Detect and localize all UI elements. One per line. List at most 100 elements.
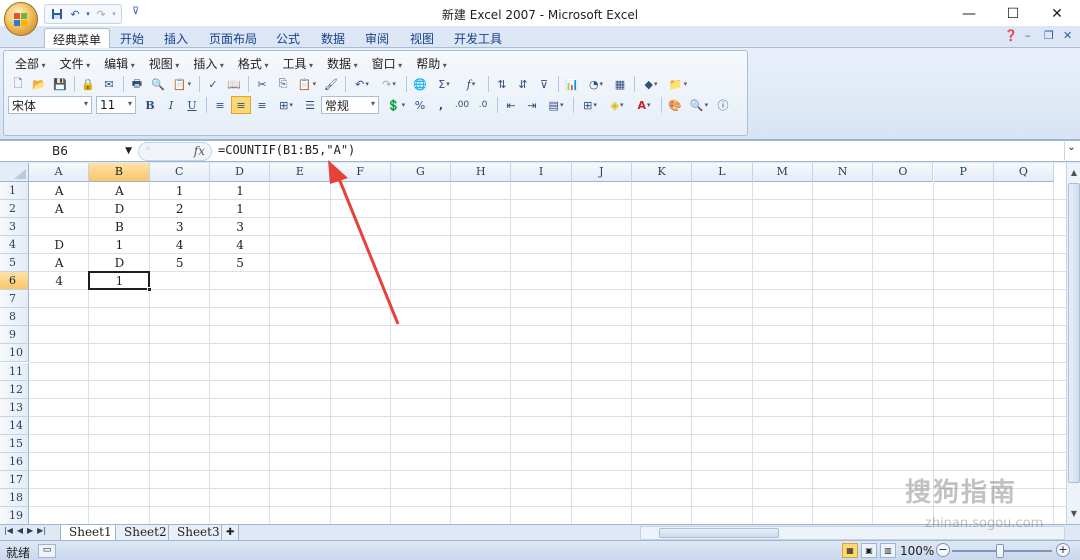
- expand-formula-bar-icon[interactable]: ⌄: [1064, 142, 1078, 160]
- cell-a2[interactable]: A: [29, 200, 89, 218]
- row-header-5[interactable]: 5: [0, 254, 29, 273]
- scroll-down-icon[interactable]: ▼: [1068, 506, 1080, 522]
- tab-review[interactable]: 审阅: [357, 28, 397, 48]
- currency-icon[interactable]: 💲: [383, 96, 409, 114]
- insert-function-icon[interactable]: f: [458, 75, 484, 93]
- column-header-p[interactable]: P: [933, 163, 994, 182]
- cell-d5[interactable]: 5: [210, 254, 270, 272]
- row-header-17[interactable]: 17: [0, 470, 29, 489]
- formula-input[interactable]: =COUNTIF(B1:B5,"A"): [218, 143, 355, 157]
- print-preview-icon[interactable]: 🔍: [148, 75, 168, 93]
- row-header-9[interactable]: 9: [0, 326, 29, 345]
- row-header-15[interactable]: 15: [0, 434, 29, 453]
- cell-b4[interactable]: 1: [89, 236, 149, 254]
- scroll-up-icon[interactable]: ▲: [1068, 165, 1080, 181]
- print-icon[interactable]: 🖶: [127, 75, 147, 93]
- spelling-icon[interactable]: ✓: [203, 75, 223, 93]
- open-folder-icon[interactable]: 📂: [29, 75, 49, 93]
- row-header-3[interactable]: 3: [0, 218, 29, 237]
- fill-color-icon[interactable]: ◈: [604, 96, 630, 114]
- align-center-icon[interactable]: ≡: [231, 96, 251, 114]
- menu-view[interactable]: 视图: [142, 54, 187, 72]
- cell-a6[interactable]: 4: [29, 272, 89, 290]
- table-icon[interactable]: ▦: [610, 75, 630, 93]
- column-header-k[interactable]: K: [632, 163, 693, 182]
- row-header-4[interactable]: 4: [0, 236, 29, 255]
- cell-d4[interactable]: 4: [210, 236, 270, 254]
- active-cell-border[interactable]: [88, 271, 150, 291]
- row-header-2[interactable]: 2: [0, 200, 29, 219]
- percent-button[interactable]: %: [410, 96, 430, 114]
- undo-icon[interactable]: ↶: [349, 75, 375, 93]
- cell-b2[interactable]: D: [89, 200, 149, 218]
- macro-record-icon[interactable]: ▭: [38, 544, 56, 558]
- vertical-scroll-thumb[interactable]: [1068, 183, 1080, 483]
- workbook-minimize-button[interactable]: –: [1025, 29, 1031, 42]
- zoom-out-button[interactable]: −: [936, 543, 950, 557]
- number-format-select[interactable]: 常规: [321, 96, 379, 114]
- minimize-button[interactable]: —: [946, 0, 992, 28]
- menu-all[interactable]: 全部: [8, 54, 53, 72]
- sort-descending-icon[interactable]: ⇵: [513, 75, 533, 93]
- tab-data[interactable]: 数据: [313, 28, 353, 48]
- font-name-select[interactable]: 宋体: [8, 96, 92, 114]
- bold-button[interactable]: B: [140, 96, 160, 114]
- cell-a1[interactable]: A: [29, 182, 89, 200]
- decrease-indent-icon[interactable]: ⇤: [501, 96, 521, 114]
- normal-view-button[interactable]: ▦: [842, 543, 858, 558]
- column-header-n[interactable]: N: [812, 163, 874, 182]
- menu-tools[interactable]: 工具: [275, 54, 320, 72]
- row-header-13[interactable]: 13: [0, 398, 29, 417]
- styles-icon[interactable]: 🎨: [665, 96, 685, 114]
- tab-insert[interactable]: 插入: [156, 28, 196, 48]
- column-header-a[interactable]: A: [29, 163, 90, 182]
- menu-file[interactable]: 文件: [53, 54, 98, 72]
- zoom-icon[interactable]: 🔍: [686, 96, 712, 114]
- column-header-c[interactable]: C: [149, 163, 210, 182]
- underline-button[interactable]: U: [182, 96, 202, 114]
- tab-formulas[interactable]: 公式: [268, 28, 308, 48]
- first-sheet-icon[interactable]: |◀: [4, 526, 13, 535]
- row-header-16[interactable]: 16: [0, 452, 29, 471]
- row-header-12[interactable]: 12: [0, 380, 29, 399]
- decrease-decimal-button[interactable]: .0: [473, 96, 493, 114]
- chevron-down-icon[interactable]: ▼: [125, 142, 132, 161]
- row-header-7[interactable]: 7: [0, 290, 29, 309]
- permission-icon[interactable]: 🔒: [78, 75, 98, 93]
- zoom-level[interactable]: 100%: [900, 544, 934, 558]
- page-layout-view-button[interactable]: ▣: [861, 543, 877, 558]
- menu-window[interactable]: 窗口: [365, 54, 410, 72]
- filter-icon[interactable]: ⊽: [534, 75, 554, 93]
- fill-handle[interactable]: [146, 287, 152, 293]
- chart-icon[interactable]: 📊: [562, 75, 582, 93]
- research-icon[interactable]: 📋: [169, 75, 195, 93]
- prev-sheet-icon[interactable]: ◀: [17, 526, 23, 535]
- cell-c1[interactable]: 1: [150, 182, 210, 200]
- column-header-j[interactable]: J: [571, 163, 632, 182]
- hyperlink-icon[interactable]: 🌐: [410, 75, 430, 93]
- workbook-close-button[interactable]: ✕: [1063, 29, 1072, 42]
- align-left-icon[interactable]: ≡: [210, 96, 230, 114]
- cell-c2[interactable]: 2: [150, 200, 210, 218]
- sort-ascending-icon[interactable]: ⇅: [492, 75, 512, 93]
- paste-icon[interactable]: 📋: [294, 75, 320, 93]
- cut-icon[interactable]: ✂: [252, 75, 272, 93]
- office-button[interactable]: [4, 2, 38, 36]
- column-header-f[interactable]: F: [330, 163, 391, 182]
- vertical-scrollbar[interactable]: ▲ ▼: [1066, 163, 1080, 524]
- next-sheet-icon[interactable]: ▶: [27, 526, 33, 535]
- autosum-icon[interactable]: Σ: [431, 75, 457, 93]
- menu-edit[interactable]: 编辑: [97, 54, 142, 72]
- italic-button[interactable]: I: [161, 96, 181, 114]
- sheet-tab-sheet2[interactable]: Sheet2: [115, 525, 176, 541]
- tab-page-layout[interactable]: 页面布局: [201, 28, 265, 48]
- menu-help[interactable]: 帮助: [409, 54, 454, 72]
- tab-view[interactable]: 视图: [402, 28, 442, 48]
- close-button[interactable]: ✕: [1034, 0, 1080, 28]
- menu-insert[interactable]: 插入: [186, 54, 231, 72]
- row-header-6[interactable]: 6: [0, 272, 29, 291]
- cell-b5[interactable]: D: [89, 254, 149, 272]
- column-header-i[interactable]: I: [511, 163, 572, 182]
- name-box[interactable]: B6 ▼: [2, 142, 134, 161]
- macro-icon[interactable]: ◆: [638, 75, 664, 93]
